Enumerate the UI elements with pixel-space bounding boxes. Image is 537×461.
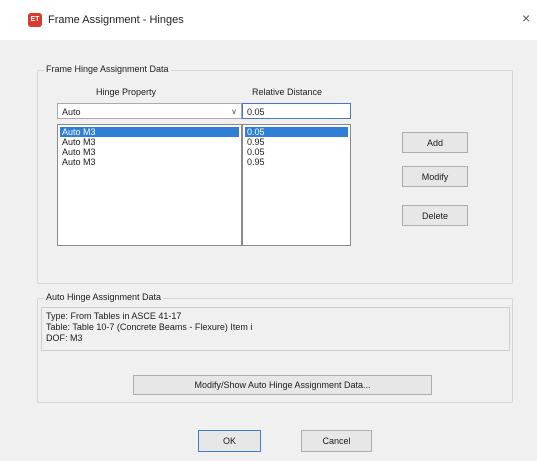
input-value: 0.05 — [247, 107, 265, 117]
group-label: Frame Hinge Assignment Data — [44, 64, 171, 74]
group-label: Auto Hinge Assignment Data — [44, 292, 164, 302]
list-item[interactable]: 0.95 — [245, 157, 348, 167]
dialog-client-area: Frame Hinge Assignment Data Hinge Proper… — [0, 40, 537, 461]
hinge-property-dropdown[interactable]: Auto ∨ — [57, 103, 242, 119]
list-item[interactable]: Auto M3 — [60, 137, 239, 147]
ok-button[interactable]: OK — [198, 430, 261, 452]
relative-distance-list[interactable]: 0.05 0.95 0.05 0.95 — [242, 124, 351, 246]
list-item[interactable]: Auto M3 — [60, 157, 239, 167]
list-item[interactable]: 0.05 — [245, 147, 348, 157]
relative-distance-input[interactable]: 0.05 — [242, 103, 351, 119]
hinge-property-list[interactable]: Auto M3 Auto M3 Auto M3 Auto M3 — [57, 124, 242, 246]
list-item[interactable]: 0.95 — [245, 137, 348, 147]
delete-button[interactable]: Delete — [402, 205, 468, 226]
hinge-dof-text: DOF: M3 — [46, 333, 83, 343]
list-item[interactable]: 0.05 — [245, 127, 348, 137]
cancel-button[interactable]: Cancel — [301, 430, 372, 452]
etabs-app-icon: ET — [28, 13, 42, 27]
relative-distance-header: Relative Distance — [252, 87, 323, 97]
window-title: Frame Assignment - Hinges — [48, 14, 184, 26]
modify-button[interactable]: Modify — [402, 166, 468, 187]
hinge-type-text: Type: From Tables in ASCE 41-17 — [46, 311, 182, 321]
hinge-property-header: Hinge Property — [96, 87, 157, 97]
auto-hinge-assignment-group: Auto Hinge Assignment Data Type: From Ta… — [37, 292, 513, 403]
chevron-down-icon: ∨ — [231, 107, 237, 116]
auto-hinge-info-box: Type: From Tables in ASCE 41-17 Table: T… — [41, 307, 510, 351]
frame-hinge-assignment-group: Frame Hinge Assignment Data Hinge Proper… — [37, 64, 513, 284]
add-button[interactable]: Add — [402, 132, 468, 153]
modify-show-auto-hinge-button[interactable]: Modify/Show Auto Hinge Assignment Data..… — [133, 375, 432, 395]
hinge-table-text: Table: Table 10-7 (Concrete Beams - Flex… — [46, 322, 253, 332]
title-bar: ET Frame Assignment - Hinges × — [0, 0, 537, 40]
list-item[interactable]: Auto M3 — [60, 127, 239, 137]
dropdown-value: Auto — [62, 107, 81, 117]
close-icon[interactable]: × — [522, 11, 530, 25]
list-item[interactable]: Auto M3 — [60, 147, 239, 157]
